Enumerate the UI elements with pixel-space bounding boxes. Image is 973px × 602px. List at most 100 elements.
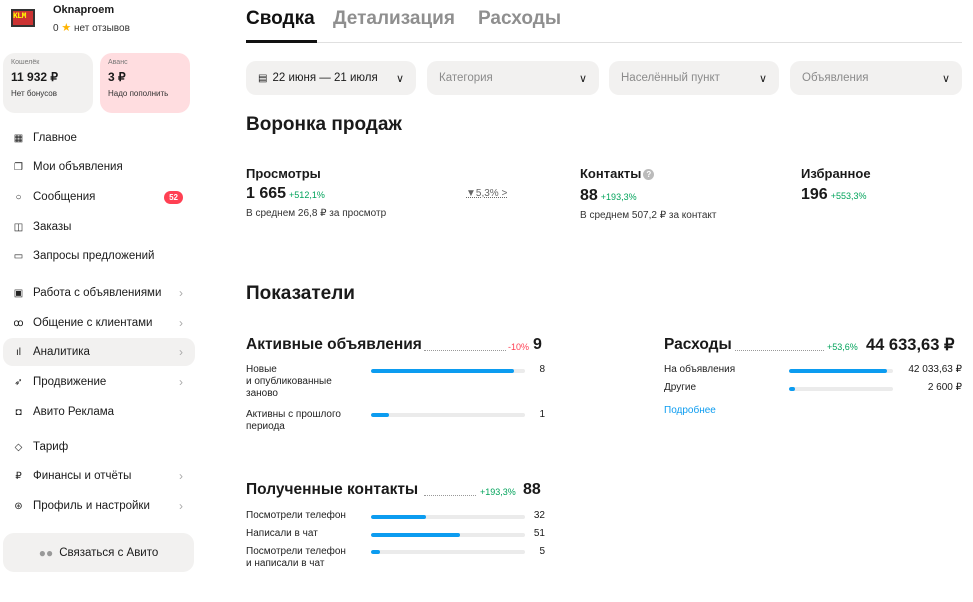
sidebar-item-ad-management[interactable]: ▣ Работа с объявлениями › — [3, 279, 195, 307]
bar-fill — [371, 413, 390, 417]
sidebar-item-label: Продвижение — [33, 376, 107, 388]
advance-card[interactable]: Аванс 3 ₽ Надо пополнить — [100, 53, 190, 113]
sidebar-item-label: Общение с клиентами — [33, 317, 153, 329]
chart-icon: ıl — [16, 346, 21, 358]
sidebar-item-label: Авито Реклама — [33, 406, 115, 418]
tab-summary[interactable]: Сводка — [246, 8, 315, 30]
contacts-delta: +193,3% — [600, 192, 637, 202]
sidebar-item-label: Главное — [33, 132, 77, 144]
sidebar-item-requests[interactable]: ▭ Запросы предложений — [3, 242, 195, 270]
sidebar-item-finance[interactable]: ₽ Финансы и отчёты › — [3, 462, 195, 490]
chevron-right-icon: › — [179, 316, 183, 330]
active-tab-indicator — [246, 40, 317, 43]
contact-avito-button[interactable]: ●● Связаться с Авито — [3, 533, 194, 572]
expenses-delta: +53,6% — [827, 342, 858, 352]
favorites-delta: +553,3% — [830, 191, 867, 201]
grid-icon: ▦ — [13, 132, 24, 144]
more-details-link[interactable]: Подробнее — [664, 405, 716, 416]
chevron-down-icon: ∨ — [941, 72, 950, 85]
active-ads-row-value: 8 — [539, 364, 545, 375]
conversion-link[interactable]: ▼5,3% > — [466, 188, 507, 199]
copy-icon: ❐ — [14, 161, 23, 173]
ad-icon: ▣ — [13, 287, 24, 299]
date-range-filter[interactable]: ▤ 22 июня — 21 июля ∨ — [246, 61, 416, 95]
views-title: Просмотры — [246, 166, 321, 181]
bar-fill — [371, 533, 461, 537]
chevron-down-icon: ∨ — [395, 72, 404, 85]
views-delta: +512,1% — [289, 190, 325, 200]
category-select[interactable]: Категория ∨ — [427, 61, 599, 95]
chevron-right-icon: › — [179, 499, 183, 513]
settings-icon: ⊛ — [14, 500, 23, 512]
contacts-average: В среднем 507,2 ₽ за контакт — [580, 210, 717, 221]
account-name[interactable]: Oknaproem — [53, 4, 114, 16]
active-ads-total: 9 — [533, 336, 542, 353]
bar-fill — [371, 515, 427, 519]
sidebar-item-messages[interactable]: ○ Сообщения 52 — [3, 183, 195, 211]
chevron-down-icon: ∨ — [578, 72, 587, 85]
ads-select[interactable]: Объявления ∨ — [790, 61, 962, 95]
dotted-leader — [424, 350, 506, 351]
people-icon: ●● — [38, 545, 54, 560]
advance-label: Аванс — [108, 59, 128, 66]
views-average: В среднем 26,8 ₽ за просмотр — [246, 208, 387, 219]
dotted-leader — [424, 495, 476, 496]
company-logo: KLM — [6, 3, 40, 33]
advance-note: Надо пополнить — [108, 89, 169, 98]
rating-value: 0 — [53, 23, 59, 34]
contacts-row-label: Посмотрели телефон и написали в чат — [246, 546, 346, 569]
sidebar-item-label: Запросы предложений — [33, 250, 155, 262]
contacts-row-value: 5 — [539, 546, 545, 557]
diamond-icon: ◇ — [14, 441, 23, 453]
calendar-icon: ▤ — [258, 72, 268, 84]
sidebar-item-clients[interactable]: ꝏ Общение с клиентами › — [3, 309, 195, 337]
active-ads-row-label: Активны с прошлого периода — [246, 409, 341, 432]
contacts-title: Контакты? — [580, 166, 655, 181]
tab-details[interactable]: Детализация — [333, 8, 455, 30]
date-range-value: 22 июня — 21 июля — [272, 72, 378, 84]
expenses-title: Расходы — [664, 336, 732, 353]
bar-track — [371, 413, 525, 417]
dotted-leader — [735, 350, 824, 351]
bar-fill — [371, 550, 381, 554]
sidebar-item-avito-ads[interactable]: ◘ Авито Реклама — [3, 398, 195, 426]
tab-expenses[interactable]: Расходы — [478, 8, 561, 30]
bar-track — [371, 533, 525, 537]
box-icon: ◫ — [13, 221, 24, 233]
sidebar-item-promotion[interactable]: ➶ Продвижение › — [3, 368, 195, 396]
wallet-label: Кошелёк — [11, 59, 40, 66]
wallet-value: 11 932 ₽ — [11, 70, 59, 84]
views-value: 1 665 +512,1% — [246, 185, 325, 202]
bar-track — [371, 550, 525, 554]
bar-track — [371, 369, 525, 373]
wallet-card[interactable]: Кошелёк 11 932 ₽ Нет бонусов — [3, 53, 93, 113]
sidebar-item-label: Профиль и настройки — [33, 500, 150, 512]
wallet-note: Нет бонусов — [11, 89, 57, 98]
sidebar-item-analytics[interactable]: ıl Аналитика › — [3, 338, 195, 366]
active-ads-row-value: 1 — [539, 409, 545, 420]
bar-fill — [789, 369, 887, 373]
bar-fill — [371, 369, 515, 373]
chevron-right-icon: › — [179, 345, 183, 359]
folder-icon: ▭ — [13, 250, 24, 262]
sidebar-item-label: Заказы — [33, 221, 72, 233]
expenses-row-label: Другие — [664, 382, 697, 393]
account-header[interactable]: KLM Oknaproem 0 ★ нет отзывов — [3, 0, 198, 42]
help-icon[interactable]: ? — [643, 169, 655, 181]
sidebar-item-profile[interactable]: ⊛ Профиль и настройки › — [3, 492, 195, 520]
city-select[interactable]: Населённый пункт ∨ — [609, 61, 779, 95]
received-contacts-title: Полученные контакты — [246, 481, 419, 498]
sidebar-item-main[interactable]: ▦ Главное — [3, 124, 195, 152]
sidebar-item-label: Мои объявления — [33, 161, 123, 173]
sidebar-item-label: Сообщения — [33, 191, 96, 203]
sidebar-item-orders[interactable]: ◫ Заказы — [3, 213, 195, 241]
advance-value: 3 ₽ — [108, 70, 126, 84]
sidebar-item-my-ads[interactable]: ❐ Мои объявления — [3, 153, 195, 181]
reviews-count: нет отзывов — [74, 23, 130, 34]
sidebar-item-tariff[interactable]: ◇ Тариф — [3, 433, 195, 461]
indicators-title: Показатели — [246, 283, 355, 304]
category-placeholder: Категория — [439, 72, 493, 84]
chevron-right-icon: › — [179, 286, 183, 300]
ruble-icon: ₽ — [15, 470, 22, 482]
contacts-value: 88 +193,3% — [580, 187, 637, 204]
